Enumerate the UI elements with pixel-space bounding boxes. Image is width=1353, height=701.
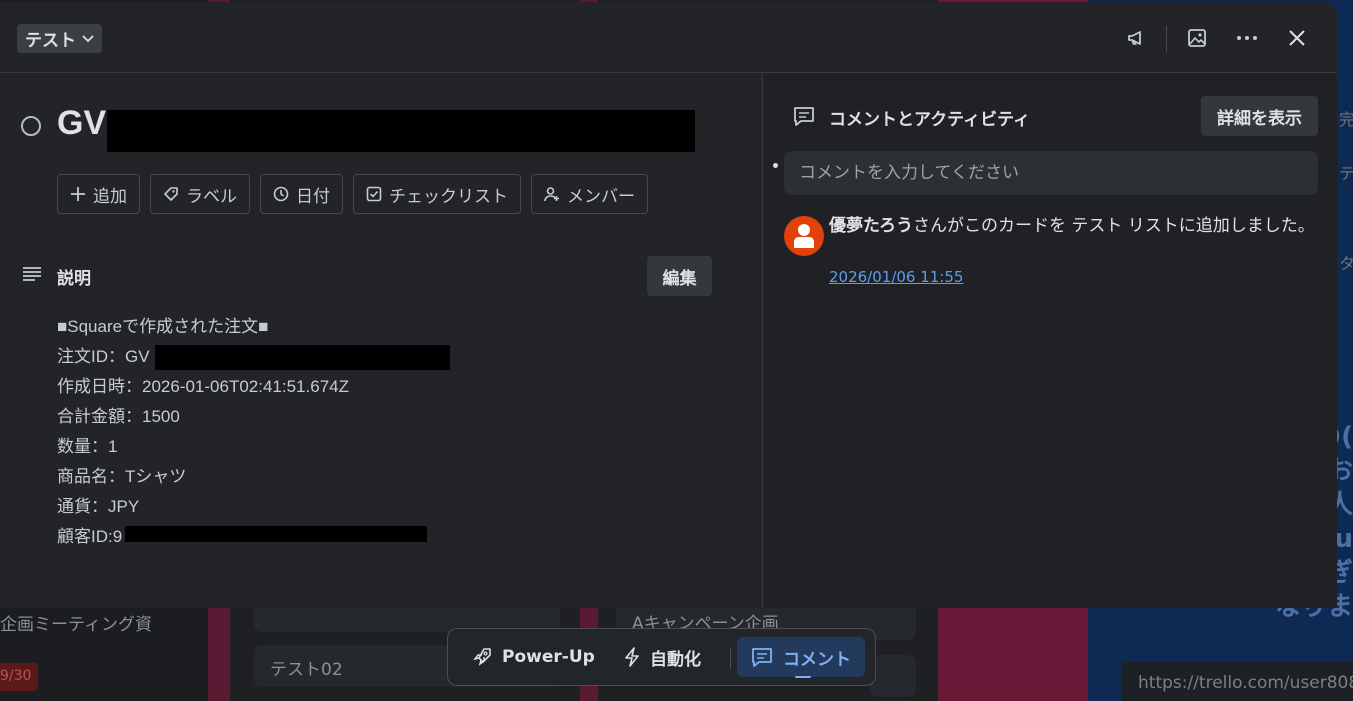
image-icon[interactable] (1181, 22, 1213, 54)
members-button[interactable]: メンバー (531, 174, 648, 214)
description-line: 合計金額：1500 (57, 407, 180, 426)
activity-timestamp-link[interactable]: 2026/01/06 11:55 (829, 268, 963, 286)
header-divider (1166, 26, 1167, 52)
activity-entry-text: 優夢たろうさんがこのカードを テスト リストに追加しました。 (829, 214, 1319, 239)
checklist-button[interactable]: チェックリスト (353, 174, 521, 214)
add-member-icon (544, 187, 559, 202)
list-name: テスト (25, 31, 76, 51)
modal-header: テスト (0, 2, 1337, 73)
description-heading: 説明 (57, 269, 91, 289)
checklist-button-label: チェックリスト (389, 186, 508, 207)
redaction-bar (107, 110, 695, 152)
comment-input[interactable] (784, 151, 1318, 195)
edit-description-button[interactable]: 編集 (647, 256, 712, 296)
description-line: 数量：1 (57, 437, 118, 456)
board-card-title: 企画ミーティング資 (0, 615, 152, 635)
bottom-toolbar: Power-Up 自動化 コメント (447, 628, 876, 686)
card-actions: 追加 ラベル 日付 チェックリスト メンバー (57, 174, 648, 214)
megaphone-icon[interactable] (1120, 22, 1152, 54)
labels-button[interactable]: ラベル (150, 174, 250, 214)
show-details-button[interactable]: 詳細を表示 (1201, 96, 1318, 136)
clock-icon (273, 186, 289, 202)
description-line: 商品名：Tシャツ (57, 467, 187, 486)
toolbar-divider (730, 647, 731, 669)
avatar[interactable] (784, 216, 824, 256)
add-button[interactable]: 追加 (57, 174, 140, 214)
add-button-label: 追加 (93, 186, 127, 207)
description-line: ■Squareで作成された注文■ (57, 317, 269, 336)
comment-icon (794, 107, 814, 126)
list-selector[interactable]: テスト (17, 24, 102, 53)
redaction-bar (155, 345, 450, 370)
board-card-title: テスト02 (270, 660, 343, 680)
board-card[interactable]: 企画ミーティング資 (0, 608, 208, 635)
active-tab-indicator (795, 676, 811, 678)
board-side-text: 完 (1339, 110, 1353, 129)
labels-button-label: ラベル (186, 186, 237, 207)
redaction-bar (125, 526, 427, 542)
automation-button[interactable]: 自動化 (610, 637, 715, 677)
rocket-icon (473, 648, 491, 666)
status-url: https://trello.com/user808 (1122, 662, 1353, 701)
activity-user[interactable]: 優夢たろう (829, 216, 913, 236)
chevron-down-icon (82, 34, 94, 42)
powerup-button[interactable]: Power-Up (458, 637, 609, 677)
checkbox-icon (366, 186, 382, 202)
board-side-text: テ (1339, 164, 1353, 183)
bullet-dot (773, 163, 778, 168)
close-icon[interactable] (1281, 22, 1313, 54)
more-icon[interactable] (1231, 22, 1263, 54)
comment-icon (752, 648, 772, 667)
board-card[interactable] (870, 655, 916, 697)
board-side-text: タ (1339, 254, 1353, 273)
complete-toggle[interactable] (21, 116, 41, 136)
comment-tab-button[interactable]: コメント (737, 637, 865, 677)
members-button-label: メンバー (567, 186, 635, 207)
due-badge-text: 9/30 (0, 668, 32, 684)
description-icon (23, 267, 41, 281)
powerup-label: Power-Up (502, 647, 595, 667)
description-line: 通貨：JPY (57, 497, 140, 516)
due-badge: 9/30 (0, 663, 38, 691)
automation-label: 自動化 (650, 649, 701, 670)
card-title[interactable]: GV (57, 104, 106, 143)
activity-pane: コメントとアクティビティ 詳細を表示 優夢たろうさんがこのカードを テスト リス… (762, 74, 1337, 608)
card-detail-modal: テスト GV 追加 ラベル 日付 チェックリスト メンバー 説明 編集 ■Squ… (0, 2, 1337, 608)
description-line: 作成日時：2026-01-06T02:41:51.674Z (57, 377, 349, 396)
activity-heading: コメントとアクティビティ (829, 110, 1031, 130)
activity-message: さんがこのカードを テスト リストに追加しました。 (912, 216, 1315, 236)
plus-icon (71, 187, 85, 201)
dates-button[interactable]: 日付 (260, 174, 343, 214)
card-main-pane: GV 追加 ラベル 日付 チェックリスト メンバー 説明 編集 ■Squareで… (0, 74, 762, 608)
user-avatar-icon (794, 224, 814, 248)
lightning-icon (625, 647, 639, 667)
dates-button-label: 日付 (296, 186, 330, 207)
label-icon (164, 187, 178, 201)
comment-tab-label: コメント (783, 649, 851, 670)
